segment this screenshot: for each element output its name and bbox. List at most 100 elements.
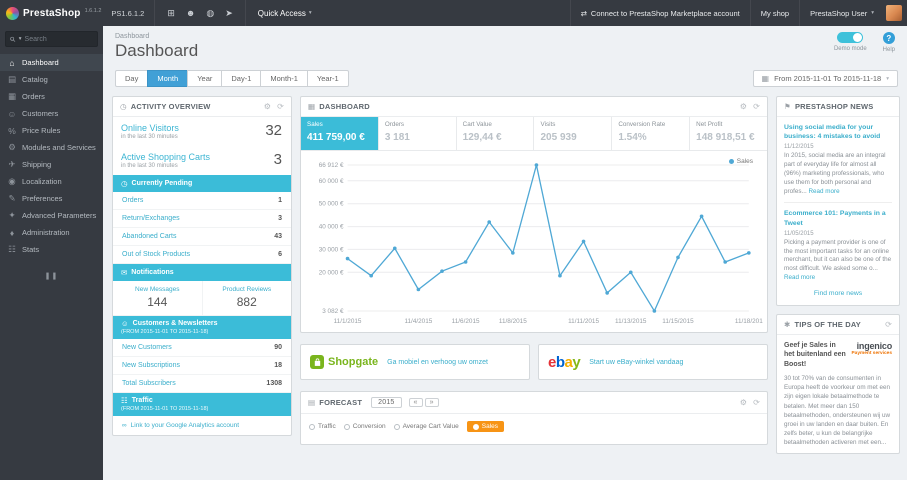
- range-button-day[interactable]: Day: [115, 70, 149, 87]
- search-box[interactable]: ▾: [5, 31, 98, 47]
- kpi-sales[interactable]: Sales 411 759,00 €: [301, 117, 379, 150]
- new-customers-link[interactable]: New Customers: [122, 344, 172, 351]
- page-title: Dashboard: [115, 41, 199, 60]
- modules-icon: ⚙: [8, 142, 16, 152]
- user-menu[interactable]: PrestaShop User ▾: [799, 0, 884, 26]
- help-button[interactable]: ?: [882, 32, 895, 44]
- online-visitors-link[interactable]: Online Visitors: [121, 123, 283, 133]
- sidebar-item-administration[interactable]: ♦ Administration: [0, 224, 103, 241]
- flag-icon: ⚑: [784, 102, 791, 111]
- sidebar-item-price-rules[interactable]: % Price Rules: [0, 122, 103, 139]
- currently-pending-title: Currently Pending: [131, 180, 193, 187]
- kpi-value: 205 939: [540, 132, 577, 143]
- new-messages-cell[interactable]: New Messages 144: [113, 281, 202, 315]
- kpi-orders[interactable]: Orders 3 181: [379, 117, 457, 150]
- sidebar-item-catalog[interactable]: ▤ Catalog: [0, 71, 103, 88]
- total-subscribers-link[interactable]: Total Subscribers: [122, 380, 176, 387]
- cart-icon[interactable]: ⊞: [167, 8, 175, 19]
- tips-headline: Geef je Sales in het buitenland een Boos…: [784, 341, 846, 368]
- sidebar-item-preferences[interactable]: ✎ Preferences: [0, 190, 103, 207]
- kpi-conversion-rate[interactable]: Conversion Rate 1.54%: [612, 117, 691, 150]
- sidebar-item-dashboard[interactable]: ⌂ Dashboard: [0, 54, 103, 71]
- center-column: ▦ DASHBOARD ⚙ ⟳ Sales 411 759,00 € Order…: [300, 96, 768, 445]
- marketplace-connect-link[interactable]: ⇄ Connect to PrestaShop Marketplace acco…: [569, 0, 750, 26]
- sidebar-item-advanced-parameters[interactable]: ✦ Advanced Parameters: [0, 207, 103, 224]
- shopgate-promo-link[interactable]: Ga mobiel en verhoog uw omzet: [387, 359, 488, 366]
- refresh-icon[interactable]: ⟳: [753, 102, 760, 111]
- kpi-net-profit[interactable]: Net Profit 148 918,51 €: [690, 117, 767, 150]
- sidebar-search: ▾: [0, 26, 103, 53]
- range-button-month[interactable]: Month: [147, 70, 189, 87]
- quick-access-menu[interactable]: Quick Access ▾: [244, 0, 324, 26]
- sidebar-item-localization[interactable]: ◉ Localization: [0, 173, 103, 190]
- ingenico-logo[interactable]: ingenico Payment services: [851, 341, 892, 369]
- abandoned-carts-link[interactable]: Abandoned Carts: [122, 233, 176, 240]
- sidebar-item-label: Localization: [22, 177, 62, 186]
- help-lifering-icon[interactable]: ◍: [206, 8, 214, 19]
- returns-link[interactable]: Return/Exchanges: [122, 215, 180, 222]
- help-control: ? Help: [883, 32, 895, 53]
- next-year-button[interactable]: »: [424, 398, 439, 407]
- my-shop-link[interactable]: My shop: [749, 0, 799, 26]
- sidebar-item-shipping[interactable]: ✈ Shipping: [0, 156, 103, 173]
- shopgate-promo[interactable]: Shopgate Ga mobiel en verhoog uw omzet: [300, 344, 530, 380]
- news-article-title[interactable]: Ecommerce 101: Payments in a Tweet: [784, 209, 892, 227]
- gear-icon[interactable]: ⚙: [264, 102, 271, 111]
- ebay-promo[interactable]: ebay Start uw eBay-winkel vandaag: [538, 344, 768, 380]
- search-input[interactable]: [24, 35, 93, 43]
- forecast-toggle-conversion[interactable]: Conversion: [343, 423, 386, 430]
- gear-icon[interactable]: ⚙: [740, 102, 747, 111]
- sidebar-collapse-icon[interactable]: ❚❚: [0, 272, 103, 280]
- find-more-news-link[interactable]: Find more news: [784, 290, 892, 297]
- ebay-logo: ebay: [548, 354, 581, 371]
- sidebar-item-modules[interactable]: ⚙ Modules and Services: [0, 139, 103, 156]
- shopgate-bag-icon: [310, 355, 324, 369]
- activity-column: ◷ ACTIVITY OVERVIEW ⚙ ⟳ Online Visitors …: [112, 96, 292, 436]
- product-reviews-cell[interactable]: Product Reviews 882: [201, 281, 292, 315]
- range-button-month-1[interactable]: Month-1: [260, 70, 308, 87]
- legend-dot-icon: [393, 423, 400, 430]
- refresh-icon[interactable]: ⟳: [753, 398, 760, 407]
- read-more-link[interactable]: Read more: [784, 274, 815, 281]
- gear-icon[interactable]: ⚙: [740, 398, 747, 407]
- range-button-year[interactable]: Year: [187, 70, 223, 87]
- forecast-toggle-average-cart-value[interactable]: Average Cart Value: [393, 423, 459, 430]
- range-button-year-1[interactable]: Year-1: [306, 70, 349, 87]
- people-icon: ☺: [121, 319, 129, 328]
- brand-version: 1.6.1.2: [84, 7, 102, 14]
- search-scope-caret-icon[interactable]: ▾: [19, 36, 22, 42]
- ebay-promo-link[interactable]: Start uw eBay-winkel vandaag: [589, 359, 683, 366]
- prestashop-logo[interactable]: PrestaShop 1.6.1.2: [0, 6, 109, 20]
- demo-mode-control: Demo mode: [834, 32, 867, 53]
- pending-orders-link[interactable]: Orders: [122, 197, 143, 204]
- panel-tools: ⚙ ⟳: [264, 102, 284, 111]
- list-item: Abandoned Carts 43: [113, 228, 291, 246]
- chart-legend[interactable]: Sales: [728, 158, 753, 165]
- kpi-visits[interactable]: Visits 205 939: [534, 117, 613, 150]
- out-of-stock-link[interactable]: Out of Stock Products: [122, 251, 190, 258]
- refresh-icon[interactable]: ⟳: [885, 320, 892, 329]
- active-carts-link[interactable]: Active Shopping Carts: [121, 152, 283, 162]
- news-article: Using social media for your business: 4 …: [784, 123, 892, 196]
- refresh-icon[interactable]: ⟳: [277, 102, 284, 111]
- forecast-toggle-traffic[interactable]: Traffic: [309, 423, 336, 430]
- demo-mode-toggle[interactable]: [837, 32, 864, 43]
- forecast-toggle-sales[interactable]: Sales: [466, 421, 504, 432]
- range-button-day-1[interactable]: Day-1: [221, 70, 262, 87]
- date-range-picker[interactable]: ▦ From 2015-11-01 To 2015-11-18 ▾: [752, 70, 898, 87]
- sales-line-chart[interactable]: 66 912 € 60 000 € 50 000 € 40 000 € 30 000 €…: [305, 155, 764, 327]
- traffic-header: ☷ Traffic (FROM 2015-11-01 TO 2015-11-18…: [113, 393, 291, 416]
- previous-year-button[interactable]: «: [408, 398, 423, 407]
- new-subscriptions-link[interactable]: New Subscriptions: [122, 362, 180, 369]
- user-avatar[interactable]: [886, 5, 902, 21]
- read-more-link[interactable]: Read more: [809, 188, 840, 195]
- sidebar-item-orders[interactable]: ▦ Orders: [0, 88, 103, 105]
- sidebar-item-stats[interactable]: ☷ Stats: [0, 241, 103, 258]
- profile-icon[interactable]: ☻: [186, 8, 195, 18]
- kpi-cart-value[interactable]: Cart Value 129,44 €: [457, 117, 535, 150]
- google-analytics-link[interactable]: ∞ Link to your Google Analytics account: [113, 416, 291, 435]
- forecast-year-select[interactable]: 2015: [371, 397, 402, 408]
- sidebar-item-customers[interactable]: ☺ Customers: [0, 105, 103, 122]
- rocket-icon[interactable]: ➤: [225, 8, 233, 19]
- news-article-title[interactable]: Using social media for your business: 4 …: [784, 123, 892, 141]
